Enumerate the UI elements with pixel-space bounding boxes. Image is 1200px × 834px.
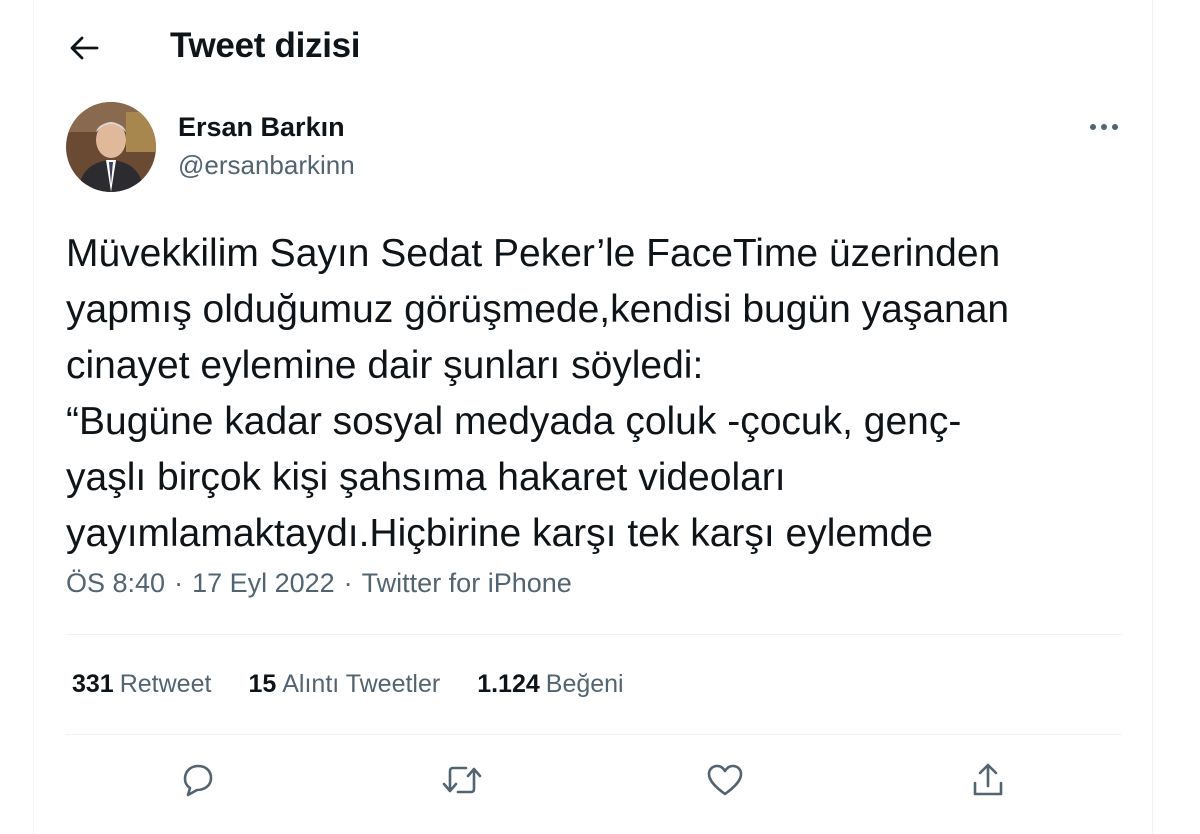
more-horizontal-icon [1090, 124, 1118, 130]
page-header: Tweet dizisi [34, 0, 1152, 96]
share-icon [973, 763, 1003, 796]
like-label: Beğeni [545, 670, 624, 698]
separator: · [343, 568, 353, 598]
page-title: Tweet dizisi [170, 26, 361, 65]
tweet-metadata: ÖS 8:40 · 17 Eyl 2022 · Twitter for iPho… [66, 568, 572, 599]
tweet-thread-column: Tweet dizisi Ersan Barkın @ersanbarkinn … [33, 0, 1153, 834]
reply-icon [183, 764, 213, 797]
like-button[interactable] [703, 758, 747, 802]
reply-button[interactable] [176, 758, 220, 802]
tweet-time[interactable]: ÖS 8:40 [66, 568, 165, 599]
retweet-button[interactable] [440, 758, 484, 802]
quote-label: Alıntı Tweetler [282, 670, 441, 698]
back-button[interactable] [62, 26, 106, 70]
avatar[interactable] [66, 102, 156, 192]
tweet-stats: 331 Retweet 15 Alıntı Tweetler 1.124 Beğeni [72, 670, 624, 699]
retweet-count: 331 [72, 670, 114, 698]
tweet-source[interactable]: Twitter for iPhone [362, 568, 572, 599]
share-button[interactable] [966, 758, 1010, 802]
retweet-count-link[interactable]: 331 Retweet [72, 670, 211, 699]
tweet-date[interactable]: 17 Eyl 2022 [192, 568, 335, 599]
author-handle[interactable]: @ersanbarkinn [178, 150, 355, 181]
avatar-photo [66, 102, 156, 192]
divider [66, 634, 1122, 635]
separator: · [174, 568, 184, 598]
more-options-button[interactable] [1086, 112, 1122, 142]
quote-count: 15 [248, 670, 277, 698]
like-count-link[interactable]: 1.124 Beğeni [477, 670, 623, 699]
arrow-left-icon [70, 36, 99, 60]
retweet-icon [442, 766, 482, 794]
quote-count-link[interactable]: 15 Alıntı Tweetler [248, 670, 440, 699]
tweet-text: Müvekkilim Sayın Sedat Peker’le FaceTime… [66, 232, 1010, 555]
like-count: 1.124 [477, 670, 540, 698]
retweet-label: Retweet [119, 670, 212, 698]
author-display-name[interactable]: Ersan Barkın [178, 112, 345, 143]
heart-icon [707, 764, 743, 796]
tweet-actions [34, 740, 1152, 820]
divider [66, 734, 1122, 735]
